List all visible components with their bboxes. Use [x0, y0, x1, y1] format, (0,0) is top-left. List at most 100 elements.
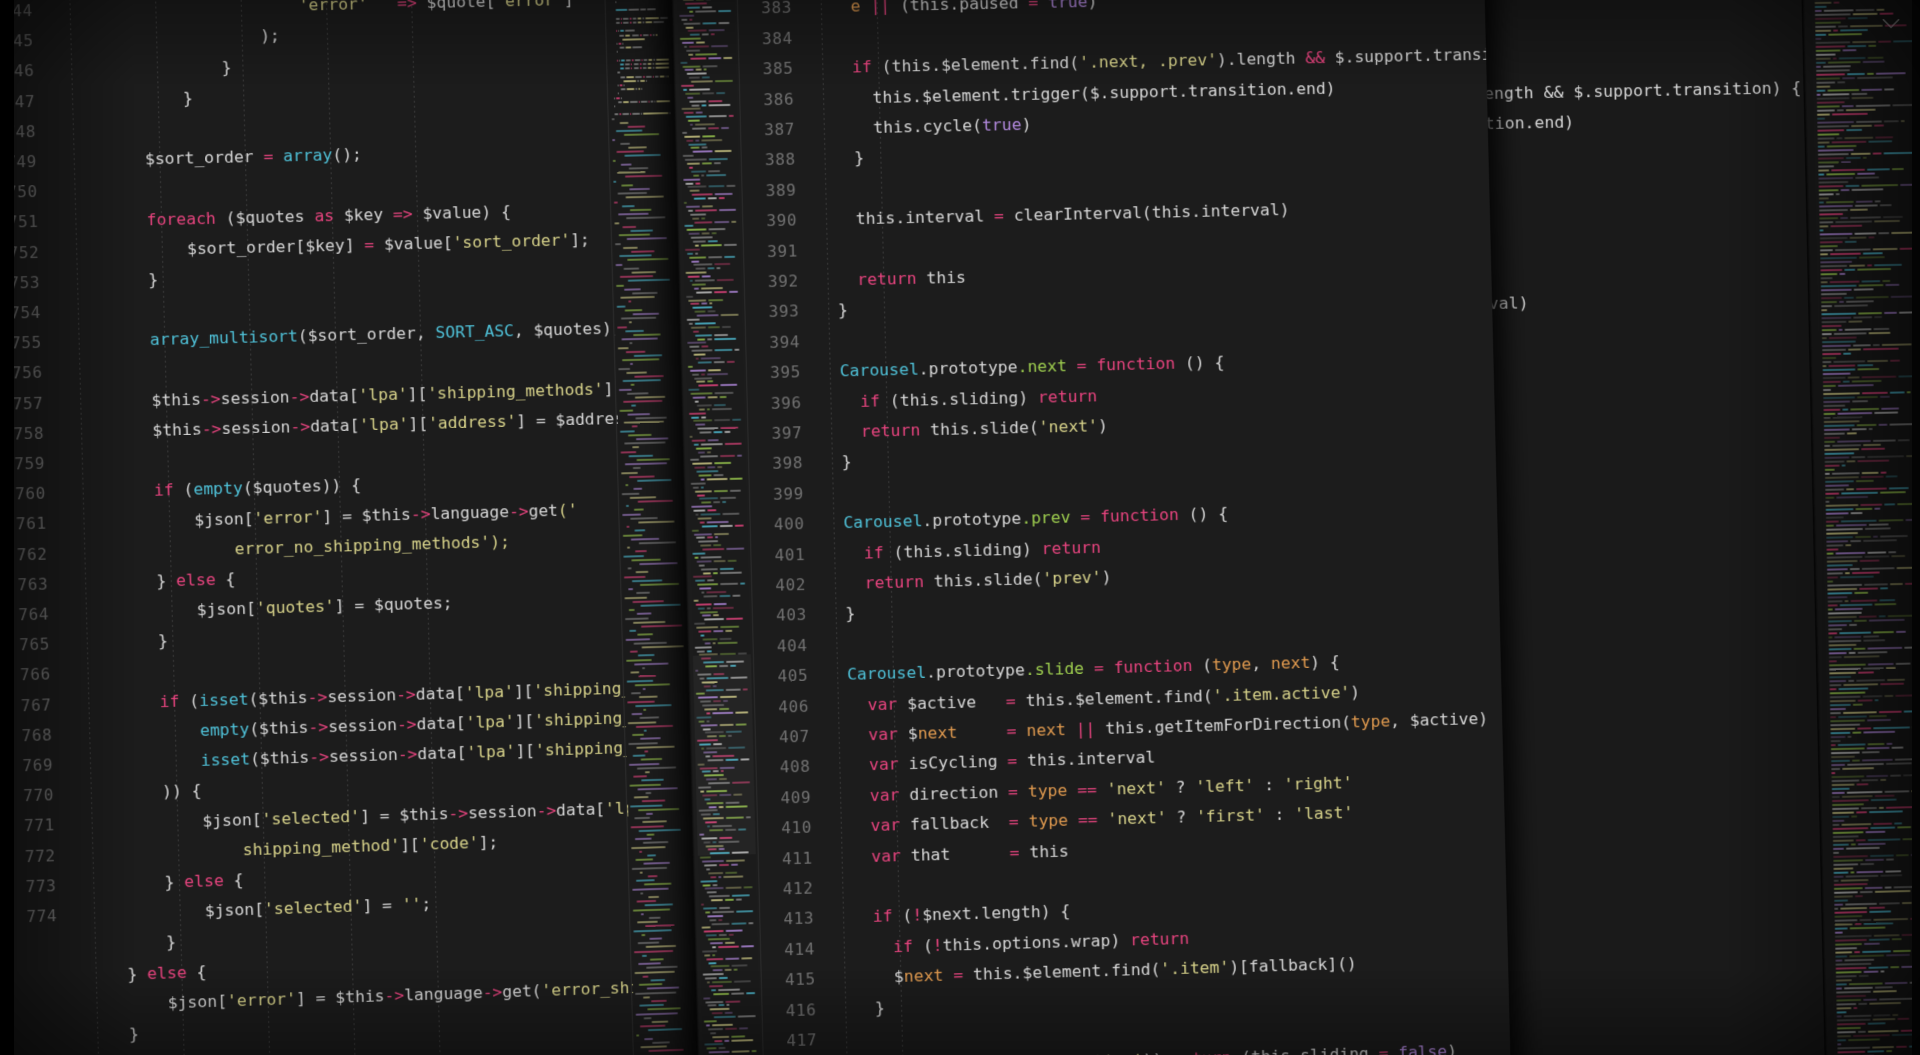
code-line[interactable]: } [63, 59, 232, 79]
minimap-line [1819, 221, 1833, 223]
left-editor-pane[interactable]: 744 745 746 747 748 749 750 751 752 753 754 755 756 7… [0, 0, 702, 1055]
code-line[interactable]: if (this.sliding) return [820, 388, 1097, 411]
code-line[interactable]: } [814, 151, 864, 169]
code-line[interactable]: } [69, 272, 158, 291]
minimap-line [617, 305, 626, 307]
minimap-line [631, 271, 656, 274]
code-line[interactable]: } [835, 1000, 885, 1018]
code-line[interactable]: )) { [83, 783, 202, 803]
minimap-viewport-slider[interactable] [693, 654, 756, 855]
minimap-line [1845, 903, 1877, 906]
minimap-line [731, 922, 746, 924]
minimap-line [701, 217, 705, 219]
minimap-line [1886, 667, 1896, 669]
minimap-line [630, 651, 638, 653]
minimap-line [1846, 488, 1854, 490]
minimap-line [1832, 816, 1849, 818]
minimap-line [1835, 951, 1852, 953]
code-line[interactable] [826, 637, 836, 654]
code-line[interactable]: return this.slide('prev') [825, 569, 1112, 593]
code-line[interactable]: var that = this [831, 843, 1069, 866]
minimap-line [1839, 301, 1844, 303]
code-line[interactable] [823, 485, 833, 502]
minimap-line [701, 357, 721, 359]
line-number: 385 [763, 61, 794, 78]
minimap-line [700, 611, 718, 613]
code-line[interactable] [70, 304, 80, 321]
minimap-line [1821, 301, 1837, 303]
minimap-line [1818, 161, 1839, 163]
code-line[interactable]: } [87, 935, 176, 954]
line-number: 757 [13, 395, 44, 412]
minimap-line [1837, 1043, 1841, 1045]
minimap-line [687, 342, 706, 344]
code-line[interactable]: if (!$next.length) { [833, 904, 1071, 927]
minimap-line [1832, 472, 1860, 475]
code-line[interactable] [74, 455, 84, 472]
minimap-line [1875, 200, 1881, 202]
code-line[interactable]: return this.slide('next') [821, 418, 1108, 441]
code-line[interactable] [817, 242, 827, 259]
minimap-line [1836, 193, 1840, 195]
minimap-line [1836, 137, 1842, 139]
minimap-line [639, 88, 641, 90]
minimap-line [694, 533, 712, 535]
code-line[interactable]: } [826, 606, 856, 623]
minimap-line [617, 84, 618, 86]
minimap-line [643, 76, 645, 78]
minimap-line [701, 592, 704, 594]
minimap-line [725, 442, 742, 444]
minimap-line [717, 279, 734, 281]
minimap-line [709, 303, 712, 305]
minimap-line [649, 937, 662, 939]
far-right-minimap[interactable] [1811, 0, 1920, 1055]
code-line[interactable] [65, 123, 75, 140]
right-editor-overflow-pane[interactable]: prev', this.$items.eq(pos))() { that.to(… [1481, 0, 1920, 1055]
minimap-line [1856, 104, 1891, 107]
code-line[interactable] [811, 30, 821, 47]
minimap-line [682, 42, 694, 44]
minimap-line [1847, 791, 1883, 794]
minimap-line [722, 326, 731, 328]
code-line[interactable]: } [79, 633, 168, 652]
minimap-line [1897, 826, 1911, 828]
minimap-line [726, 930, 743, 932]
minimap-line [719, 638, 731, 640]
minimap-line [1819, 197, 1829, 199]
minimap-line [683, 155, 694, 157]
minimap-line [1834, 899, 1848, 901]
code-line[interactable] [79, 666, 89, 683]
code-line[interactable] [71, 364, 81, 381]
code-line[interactable] [815, 182, 825, 199]
code-line[interactable]: this.cycle(true) [814, 117, 1032, 138]
minimap-line [720, 524, 733, 526]
minimap-line [623, 80, 636, 82]
minimap-line [1851, 125, 1872, 127]
line-number: 769 [22, 757, 53, 774]
chevron-down-icon[interactable] [1878, 10, 1904, 36]
code-line[interactable] [832, 880, 842, 897]
code-line[interactable]: e || (this.paused = true) [811, 0, 1098, 16]
code-line[interactable]: if (this.sliding) return [824, 539, 1101, 562]
code-line[interactable]: } [64, 90, 193, 109]
code-line[interactable] [66, 183, 76, 200]
minimap-line [730, 489, 741, 491]
code-line[interactable]: } else { [88, 964, 207, 984]
code-line[interactable]: } [818, 303, 848, 320]
code-line[interactable] [836, 1031, 846, 1048]
right-editor-pane[interactable]: 3823833843853863873883893903913923933943… [670, 0, 1511, 1055]
code-line[interactable]: return this [817, 270, 966, 290]
minimap-line [1820, 233, 1853, 236]
minimap-line [626, 350, 646, 352]
minimap-line [688, 53, 693, 55]
minimap-line [1869, 523, 1889, 525]
minimap-line [693, 330, 699, 332]
minimap-line [1838, 687, 1868, 690]
minimap-line [1834, 880, 1839, 882]
minimap-line [708, 326, 720, 328]
code-line[interactable]: } [89, 1026, 139, 1044]
code-line[interactable] [819, 333, 829, 350]
minimap-line [1833, 58, 1837, 60]
code-line[interactable]: } [822, 454, 852, 471]
minimap-line [1863, 695, 1883, 697]
